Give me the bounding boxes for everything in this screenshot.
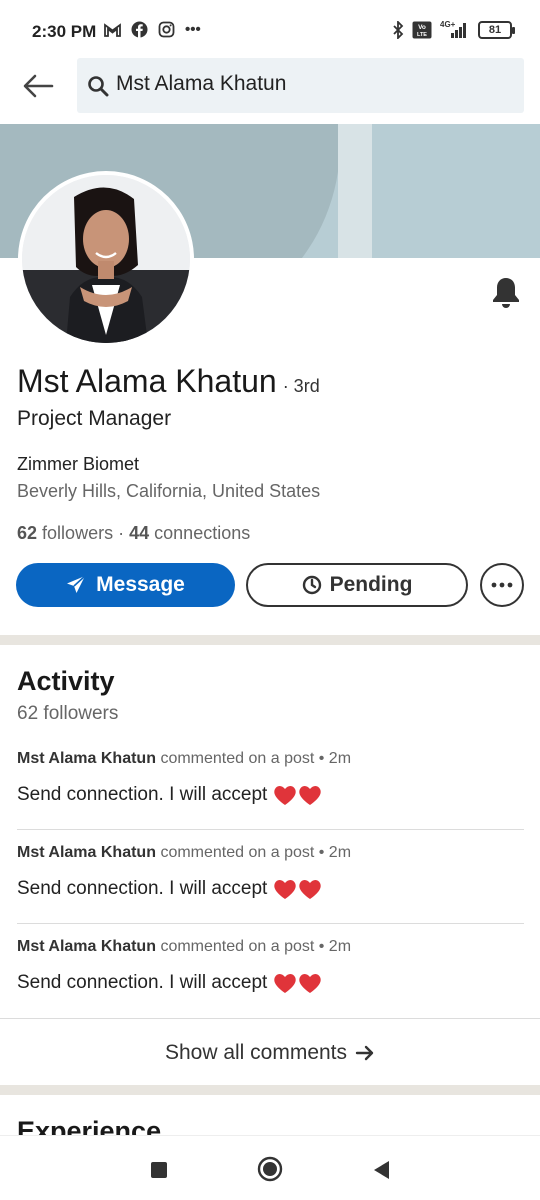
show-all-comments-label: Show all comments [164, 1040, 348, 1064]
section-divider [0, 1085, 540, 1095]
profile-photo [22, 175, 190, 343]
avatar[interactable] [18, 171, 194, 347]
activity-action: commented on a post • 2m [160, 844, 352, 861]
search-query: Mst Alama Khatun [116, 72, 287, 95]
connections-label[interactable]: connections [154, 523, 250, 543]
activity-title: Activity [17, 666, 115, 696]
profile-name: Mst Alama Khatun [17, 363, 277, 399]
activity-text: Send connection. I will accept [17, 784, 268, 805]
message-button[interactable]: Message [16, 563, 235, 607]
activity-action: commented on a post • 2m [160, 750, 352, 767]
home-button[interactable] [257, 1156, 283, 1182]
network-stats: 62 followers · 44 connections [17, 523, 250, 544]
more-options-button[interactable] [480, 563, 524, 607]
connections-count[interactable]: 44 [129, 523, 149, 543]
heart-emoji-icon [273, 878, 322, 900]
profile-headline: Project Manager [17, 407, 172, 430]
heart-emoji-icon [273, 784, 322, 806]
profile-location: Beverly Hills, California, United States [17, 481, 321, 501]
followers-count: 62 [17, 523, 38, 543]
volte-icon: VoLTE [412, 21, 432, 39]
activity-item[interactable]: Mst Alama Khatun commented on a post • 2… [17, 938, 524, 994]
recents-button[interactable] [150, 1161, 168, 1179]
activity-text: Send connection. I will accept [17, 878, 268, 899]
message-button-label: Message [96, 573, 185, 596]
activity-item[interactable]: Mst Alama Khatun commented on a post • 2… [17, 750, 524, 806]
item-divider [17, 923, 524, 924]
activity-followers: 62 followers [17, 703, 119, 724]
gmail-icon [104, 22, 121, 37]
facebook-icon [131, 21, 148, 38]
section-divider [0, 635, 540, 645]
activity-author: Mst Alama Khatun [17, 938, 156, 955]
back-nav-button[interactable] [372, 1160, 390, 1180]
profile-name-row: Mst Alama Khatun · 3rd [17, 363, 320, 400]
arrow-right-icon [355, 1045, 374, 1060]
pending-button[interactable]: Pending [246, 563, 468, 607]
svg-text:Vo: Vo [418, 24, 426, 31]
search-input[interactable]: Mst Alama Khatun [77, 58, 524, 113]
followers-label: followers [42, 523, 114, 543]
svg-text:LTE: LTE [417, 32, 427, 38]
activity-item[interactable]: Mst Alama Khatun commented on a post • 2… [17, 844, 524, 900]
item-divider [17, 829, 524, 830]
back-button[interactable] [20, 70, 56, 102]
search-icon [88, 76, 109, 97]
bluetooth-icon [393, 21, 404, 39]
signal-icon: 4G+ [440, 20, 470, 40]
notification-bell-button[interactable] [489, 276, 525, 310]
activity-author: Mst Alama Khatun [17, 750, 156, 767]
status-time: 2:30 PM [32, 22, 97, 41]
activity-action: commented on a post • 2m [160, 938, 352, 955]
system-nav-bar [0, 1135, 540, 1200]
bell-icon [493, 278, 519, 308]
search-header: Mst Alama Khatun [0, 52, 540, 122]
pending-button-label: Pending [329, 573, 413, 596]
show-all-comments-button[interactable]: Show all comments [0, 1018, 540, 1086]
activity-text: Send connection. I will accept [17, 972, 268, 993]
battery-icon: 81 [478, 21, 515, 39]
more-horizontal-icon [491, 582, 513, 588]
instagram-icon [158, 21, 175, 38]
stats-separator: · [118, 523, 125, 543]
clock-icon [302, 575, 321, 595]
heart-emoji-icon [273, 972, 322, 994]
connection-degree: · 3rd [282, 376, 320, 396]
activity-author: Mst Alama Khatun [17, 844, 156, 861]
more-dots-icon: ••• [185, 21, 201, 38]
back-arrow-icon [23, 74, 54, 98]
send-icon [67, 575, 86, 593]
profile-company[interactable]: Zimmer Biomet [17, 454, 139, 475]
